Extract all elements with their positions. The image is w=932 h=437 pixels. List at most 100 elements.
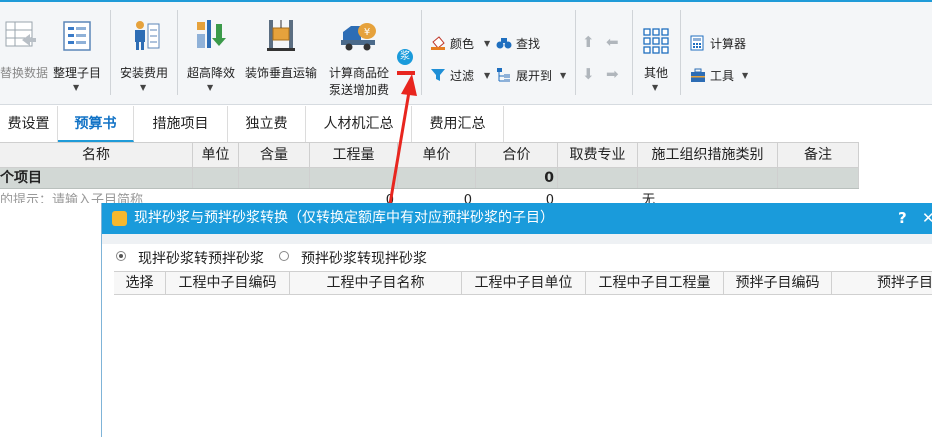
tab-measures[interactable]: 措施项目 [134, 106, 228, 142]
option-label: 现拌砂浆转预拌砂浆 [138, 251, 264, 267]
calculator-icon [690, 35, 704, 51]
col-item-name[interactable]: 工程中子目名称 [290, 272, 462, 294]
tools-button[interactable]: 工具 ▼ [690, 65, 750, 85]
paint-bucket-icon [431, 36, 445, 50]
row-total-cell[interactable]: 0 [476, 168, 558, 188]
col-total[interactable]: 合价 [476, 143, 558, 167]
col-item-code[interactable]: 工程中子目编码 [166, 272, 290, 294]
replace-data-label: 替换数据 [0, 66, 49, 80]
chevron-down-icon: ▼ [484, 39, 491, 48]
row-cell[interactable] [638, 168, 778, 188]
row-cell[interactable] [239, 168, 310, 188]
organize-items-label: 整理子目 [52, 66, 101, 80]
chevron-down-icon: ▼ [207, 83, 214, 92]
col-item-quantity[interactable]: 工程中子目工程量 [586, 272, 724, 294]
install-worker-icon [135, 21, 160, 50]
organize-items-button[interactable]: 整理子目 ▼ [48, 10, 106, 95]
chevron-down-icon: ▼ [140, 83, 147, 92]
chevron-down-icon: ▼ [484, 71, 491, 80]
col-name[interactable]: 名称 [0, 143, 193, 167]
tab-fee-settings[interactable]: 费设置 [0, 106, 58, 142]
toolbar-divider [110, 10, 111, 95]
option-mix-to-premix[interactable]: 现拌砂浆转预拌砂浆 [116, 248, 296, 267]
organize-list-icon [63, 21, 91, 51]
find-button[interactable]: 查找 [496, 33, 546, 53]
install-fee-label: 安装费用 [119, 66, 168, 80]
option-label: 预拌砂浆转现拌砂浆 [301, 251, 427, 267]
move-down-icon[interactable]: ⬇ [582, 65, 595, 83]
expand-to-label: 展开到 [516, 69, 553, 83]
mortar-conversion-button[interactable]: 浆 [397, 49, 413, 65]
find-label: 查找 [516, 37, 541, 51]
chevron-down-icon: ▼ [742, 71, 749, 80]
decor-vertical-transport-label: 装饰垂直运输 [244, 66, 317, 80]
col-premix-item[interactable]: 预拌子目 [832, 272, 932, 294]
tools-label: 工具 [710, 69, 735, 83]
decor-vertical-transport-button[interactable]: 装饰垂直运输 [241, 10, 321, 95]
row-cell[interactable] [193, 168, 239, 188]
help-icon[interactable]: ? [898, 203, 907, 234]
col-unit[interactable]: 单位 [193, 143, 239, 167]
dialog-title-bar[interactable]: 现拌砂浆与预拌砂浆转换（仅转换定额库中有对应预拌砂浆的子目） ? ✕ [102, 203, 932, 234]
replace-data-icon [5, 21, 36, 47]
chevron-down-icon: ▼ [73, 83, 80, 92]
move-up-icon[interactable]: ⬆ [582, 33, 595, 51]
row-name-cell[interactable]: 个项目 [0, 168, 193, 188]
grid-apps-icon [643, 28, 669, 54]
other-button[interactable]: 其他 ▼ [638, 10, 674, 95]
row-total-cell[interactable]: 0 [476, 189, 554, 203]
close-icon[interactable]: ✕ [922, 203, 932, 234]
color-button[interactable]: 颜色 ▼ [430, 33, 492, 53]
annotation-arrow [386, 74, 417, 217]
tab-independent-fee[interactable]: 独立费 [228, 106, 306, 142]
document-tabs: 费设置 预算书 措施项目 独立费 人材机汇总 费用汇总 [0, 106, 932, 142]
mortar-icon: 浆 [400, 51, 410, 62]
chevron-down-icon: ▼ [652, 83, 659, 92]
col-org-category[interactable]: 施工组织措施类别 [638, 143, 778, 167]
color-label: 颜色 [450, 37, 475, 51]
radio-icon [279, 251, 289, 261]
svg-text:¥: ¥ [364, 27, 370, 38]
concrete-mixer-icon: ¥ [341, 23, 376, 51]
row-org-cell[interactable]: 无 [642, 189, 722, 203]
other-label: 其他 [643, 66, 668, 80]
replace-data-button[interactable]: 替换数据 [0, 10, 49, 95]
toolbar-divider [575, 10, 576, 95]
toolbar-divider [680, 10, 681, 95]
col-item-unit[interactable]: 工程中子目单位 [462, 272, 586, 294]
col-fee-major[interactable]: 取费专业 [558, 143, 638, 167]
row-cell[interactable] [778, 168, 859, 188]
toolbar-divider [177, 10, 178, 95]
move-right-icon[interactable]: ➡ [606, 65, 619, 83]
dialog-table-header: 选择 工程中子目编码 工程中子目名称 工程中子目单位 工程中子目工程量 预拌子目… [114, 271, 932, 295]
ribbon-toolbar: 替换数据 整理子目 ▼ 安装费用 ▼ 超高降效 ▼ 装饰垂直运输 ¥ 计算商品砼… [0, 0, 932, 105]
col-premix-code[interactable]: 预拌子目编码 [724, 272, 832, 294]
binoculars-icon [496, 38, 512, 49]
filter-label: 过滤 [450, 69, 475, 83]
col-select[interactable]: 选择 [114, 272, 166, 294]
calculator-label: 计算器 [710, 37, 747, 51]
expand-to-button[interactable]: 展开到 ▼ [496, 65, 568, 85]
height-reduction-label: 超高降效 [186, 66, 235, 80]
col-content[interactable]: 含量 [239, 143, 310, 167]
col-remark[interactable]: 备注 [778, 143, 859, 167]
dialog-table-body [114, 295, 932, 437]
option-premix-to-mix[interactable]: 预拌砂浆转现拌砂浆 [279, 248, 459, 267]
row-cell[interactable] [558, 168, 638, 188]
height-reduction-icon [197, 20, 226, 48]
toolbox-icon [691, 68, 705, 82]
install-fee-button[interactable]: 安装费用 ▼ [116, 10, 172, 95]
dialog-strip [102, 234, 932, 244]
filter-button[interactable]: 过滤 ▼ [430, 65, 492, 85]
chevron-down-icon: ▼ [560, 71, 567, 80]
mortar-conversion-dialog: 现拌砂浆与预拌砂浆转换（仅转换定额库中有对应预拌砂浆的子目） ? ✕ 现拌砂浆转… [101, 203, 932, 437]
height-reduction-button[interactable]: 超高降效 ▼ [183, 10, 239, 95]
tab-budget-book[interactable]: 预算书 [58, 106, 134, 142]
toolbar-divider [632, 10, 633, 95]
expand-tree-icon [497, 68, 510, 82]
calculator-button[interactable]: 计算器 [690, 33, 754, 53]
move-left-icon[interactable]: ⬅ [606, 33, 619, 51]
app-logo-icon [112, 211, 127, 226]
filter-icon [431, 69, 445, 81]
input-hint-cell[interactable]: 的提示：请输入子目简称 [0, 189, 240, 203]
